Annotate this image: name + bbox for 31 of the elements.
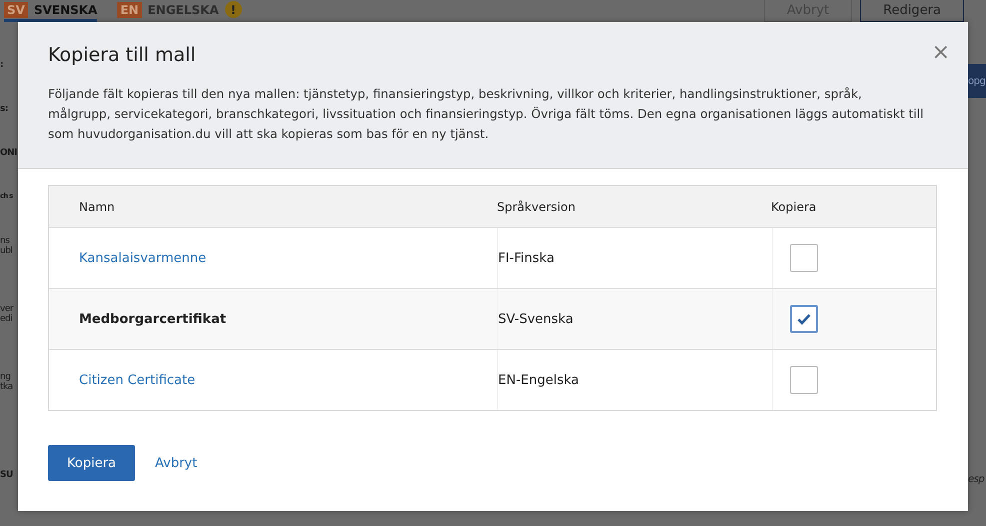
text-fragment: SU [0,470,14,480]
text-fragment: esp [968,474,986,485]
column-header: Språkversion [497,198,576,216]
text-fragment: ns [0,236,10,246]
cancel-link[interactable]: Avbryt [155,456,198,470]
warning-icon: ! [224,1,242,18]
language-tab[interactable]: EN ENGELSKA ! [117,0,242,22]
column-header: Kopiera [771,198,818,216]
language-cell: EN-Engelska [497,350,772,410]
text-fragment: ver [0,304,14,314]
copy-checkbox[interactable] [790,366,818,394]
language-cell: SV-Svenska [497,289,772,349]
copy-button[interactable]: Kopiera [48,445,136,481]
copy-checkbox[interactable] [790,305,818,333]
column-header: Namn [78,200,116,214]
text-fragment: opg [968,64,986,98]
name-cell-text: Medborgarcertifikat [78,312,228,326]
name-link[interactable]: Kansalaisvarmenne [79,250,206,266]
text-fragment: ng [0,372,12,382]
text-fragment: ubl [0,246,14,256]
description-text: Följande fält kopieras till den nya mallen: tjänstetyp, finansieringstyp, beskrivning, villkor och kriterier, handlingsinstruktioner, språk, målgrupp, servicekategori, branschkategori, livssituation och finansieringstyp. Övriga fält töms. Den egna organisationen läggs automatiskt till som huvudorganisation.du vill att ska kopieras som bas för en ny tjänst. [48,86,925,143]
text-fragment: s: [0,104,9,114]
close-button[interactable]: × [932,40,950,65]
top-button[interactable]: Redigera [860,0,964,22]
name-link[interactable]: Citizen Certificate [79,372,196,388]
text-fragment: ONI [0,148,18,158]
text-fragment: tka [0,382,14,392]
dialog-title: Kopiera till mall [48,44,196,66]
text-fragment: edi [0,314,14,324]
copy-checkbox[interactable] [790,244,818,272]
text-fragment: : [0,60,4,70]
